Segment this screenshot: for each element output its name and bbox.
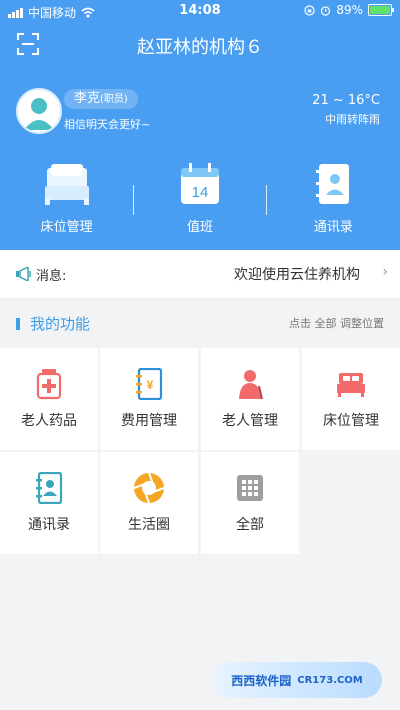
function-label: 老人管理 [222,413,278,429]
quick-action-label: 通讯录 [313,220,353,235]
functions-header: 我的功能 点击 全部 调整位置 [0,310,400,336]
fee-book-icon: ¥ [136,368,163,400]
function-label: 老人药品 [21,413,77,429]
top-bar: 赵亚林的机构６ [0,30,400,60]
avatar[interactable] [16,88,62,134]
function-elders[interactable]: 老人管理 [201,348,299,450]
function-label: 通讯录 [28,517,70,533]
elder-icon [239,370,263,400]
page-title: 赵亚林的机构６ [137,37,263,58]
header-banner: 中国移动 14:08 89% 赵亚林的机构６ 李克(职员) 相信明天会更好~ 2… [0,0,400,250]
calendar-icon: 14 [180,163,219,204]
function-label: 全部 [236,517,264,533]
function-medicine[interactable]: 老人药品 [0,348,98,450]
user-name: 李克 [74,91,101,106]
quick-action-label: 床位管理 [40,220,93,235]
weather-temp: 21 ~ 16°C [312,93,380,108]
watermark-sub: CR173.COM [297,674,363,686]
contacts-icon [316,164,350,204]
user-name-badge: 李克(职员) [64,89,138,109]
bed-icon [337,373,365,397]
battery-icon [368,4,394,16]
weather-widget: 21 ~ 16°C 中雨转阵雨 [312,93,380,127]
medicine-icon [36,369,62,400]
grid-icon [237,475,263,501]
calendar-day: 14 [192,184,209,201]
function-fees[interactable]: ¥ 费用管理 [100,348,198,450]
watermark-text: 西西软件园 [231,673,292,688]
user-silhouette-icon [24,98,54,130]
svg-text:¥: ¥ [147,378,154,392]
notice-label: 消息: [36,269,67,284]
watermark: 西西软件园 CR173.COM [212,662,382,698]
function-label: 床位管理 [323,413,379,429]
contacts-icon [36,472,63,504]
alarm-icon [321,5,331,16]
quick-action-label: 值班 [186,220,213,235]
bed-icon [44,164,89,205]
battery-percent: 89% [336,3,363,17]
megaphone-icon [16,267,31,281]
status-right: 89% [304,3,394,17]
section-title: 我的功能 [30,315,91,333]
function-label: 生活圈 [128,517,170,533]
user-motto: 相信明天会更好~ [64,118,151,131]
aperture-icon [133,472,165,504]
quick-actions: 床位管理 14 值班 通讯录 [0,162,400,237]
quick-action-duty[interactable]: 14 值班 [133,162,267,237]
section-hint[interactable]: 点击 全部 调整位置 [289,315,384,331]
notice-bar[interactable]: 消息: 欢迎使用云住养机构 › [0,250,400,299]
function-life-circle[interactable]: 生活圈 [100,452,198,554]
user-role: (职员) [100,94,128,105]
function-beds[interactable]: 床位管理 [302,348,400,450]
section-marker [16,318,20,330]
chevron-right-icon: › [382,264,388,280]
divider [133,185,135,215]
quick-action-bed[interactable]: 床位管理 [0,162,133,237]
quick-action-contacts[interactable]: 通讯录 [267,162,400,237]
notice-text: 欢迎使用云住养机构 [234,267,360,283]
function-label: 费用管理 [121,413,177,429]
rotation-lock-icon [304,4,315,16]
function-all[interactable]: 全部 [201,452,299,554]
weather-condition: 中雨转阵雨 [325,113,380,126]
status-bar: 中国移动 14:08 89% [0,0,400,22]
function-contacts[interactable]: 通讯录 [0,452,98,554]
